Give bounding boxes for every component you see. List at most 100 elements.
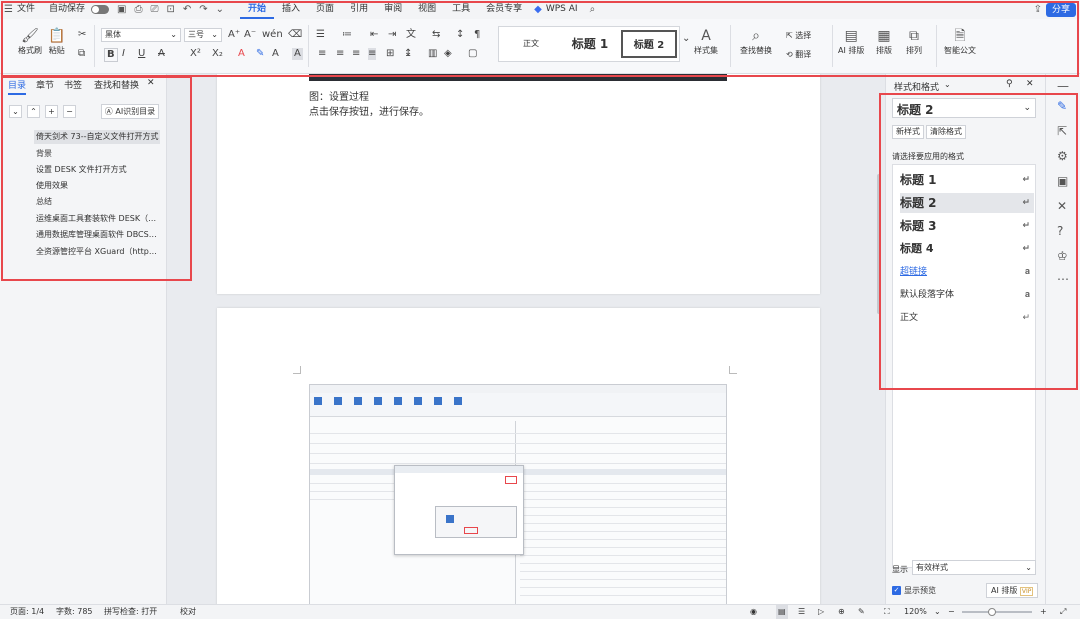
style-list-item[interactable]: 标题 2 ↵ [900,193,1034,213]
style-set-button[interactable]: A 样式集 [694,27,718,56]
increase-indent-icon[interactable]: ⇥ [388,29,396,41]
decrease-indent-icon[interactable]: ⇤ [370,29,378,41]
zoom-slider-handle[interactable] [988,608,996,616]
web-view-icon[interactable]: ⊕ [838,605,845,619]
smart-doc-button[interactable]: 🗎 智能公文 [944,27,976,56]
tab-wps-ai[interactable]: WPS AI [546,0,586,19]
page-view-icon[interactable]: ▤ [776,605,788,619]
outline-view-icon[interactable]: ☰ [798,605,805,619]
tab-tools[interactable]: 工具 [444,0,478,19]
toc-item[interactable]: 全资源管控平台 XGuard（https:… [34,245,160,259]
word-count[interactable]: 字数: 785 [56,605,93,619]
menu-icon[interactable]: ☰ [0,0,17,19]
ai-toc-button[interactable]: Ⓐ AI识别目录 [101,104,159,119]
toc-item[interactable]: 倚天剑术 73--自定义文件打开方式 [34,130,160,144]
bullet-list-icon[interactable]: ☰ [316,29,325,41]
clear-format-button[interactable]: 清除格式 [926,125,966,139]
preview-checkbox[interactable]: ✓ [892,586,901,595]
print-icon[interactable]: ⎚ [146,0,162,19]
eye-icon[interactable]: ◉ [750,605,757,619]
help-icon[interactable]: ? [1057,224,1063,238]
pin-icon[interactable]: ⚲ [1006,79,1013,89]
cursor-icon[interactable]: ⇱ [1057,124,1067,138]
font-name-select[interactable]: 黑体 ⌄ [101,28,181,42]
select-button[interactable]: ⇱ 选择 [786,30,811,41]
align-right-icon[interactable]: ≡ [352,48,360,60]
search-icon[interactable]: ⌕ [586,0,600,19]
column-icon[interactable]: ▥ [428,48,437,60]
style-normal[interactable]: 正文 [503,30,559,58]
ai-layout-panel-button[interactable]: AI 排版 VIP [986,583,1039,598]
tab-review[interactable]: 审阅 [376,0,410,19]
close-icon[interactable]: ✕ [147,78,155,88]
shrink-font-icon[interactable]: A⁻ [244,29,256,41]
ai-layout-button[interactable]: ▤ AI 排版 [838,27,864,56]
file-menu[interactable]: 文件 [17,0,43,19]
adjust-icon[interactable]: ⚙ [1057,149,1068,163]
style-list-item[interactable]: 标题 3 ↵ [900,216,1034,236]
show-marks-icon[interactable]: ¶ [474,29,480,41]
justify-icon[interactable]: ≡ [368,48,377,60]
style-list-item[interactable]: 超链接 𝐚 [900,262,1034,282]
tab-reference[interactable]: 引用 [342,0,376,19]
font-size-select[interactable]: 三号 ⌄ [184,28,222,42]
align-center-icon[interactable]: ≡ [336,48,344,60]
cut-icon[interactable]: ✂ [78,29,86,41]
document-page[interactable]: 图：设置过程 点击保存按钮，进行保存。 [217,74,820,294]
tab-view[interactable]: 视图 [410,0,444,19]
toc-item[interactable]: 背景 [34,147,160,161]
line-spacing-icon[interactable]: ↨ [404,48,412,60]
chevron-down-icon[interactable]: ⌄ [934,605,941,619]
style-list-item[interactable]: 默认段落字体 𝐚 [900,285,1034,305]
remove-icon[interactable]: − [63,105,76,118]
proofread-button[interactable]: 校对 [180,605,196,619]
style-heading2[interactable]: 标题 2 [621,30,677,58]
tab-toc[interactable]: 目录 [8,78,27,95]
spell-check-status[interactable]: 拼写检查: 打开 [104,605,157,619]
grow-font-icon[interactable]: A⁺ [228,29,240,41]
toc-item[interactable]: 设置 DESK 文件打开方式 [34,163,160,177]
vertical-scrollbar[interactable] [877,174,881,314]
fit-icon[interactable]: ⛶ [884,605,890,619]
add-icon[interactable]: + [45,105,58,118]
underline-icon[interactable]: U [138,48,145,60]
style-list-item[interactable]: 标题 4 ↵ [900,239,1034,259]
zoom-slider[interactable] [962,608,1032,616]
italic-icon[interactable]: I [122,48,125,60]
find-replace-button[interactable]: ⌕ 查找替换 [740,27,772,56]
page-indicator[interactable]: 页面: 1/4 [10,605,44,619]
zoom-level[interactable]: 120% [904,605,927,619]
tab-find-replace[interactable]: 查找和替换 [94,78,139,91]
chevron-down-icon[interactable]: ⌄ [212,0,228,19]
collapse-icon[interactable]: ⌄ [9,105,22,118]
image-icon[interactable]: ▣ [1057,174,1068,188]
numbered-list-icon[interactable]: ≔ [342,29,352,41]
toc-item[interactable]: 通用数据库管理桌面软件 DBCS… [34,228,160,242]
more-icon[interactable]: ⋯ [1057,272,1069,286]
eraser-icon[interactable]: ⌫ [288,29,302,41]
superscript-icon[interactable]: X² [190,48,201,60]
pen-icon[interactable]: ✎ [1057,99,1067,113]
tab-sections[interactable]: 章节 [36,78,54,91]
close-icon[interactable]: ✕ [1026,79,1034,89]
pen-icon[interactable]: ✎ [858,605,865,619]
tab-page[interactable]: 页面 [308,0,342,19]
font-color-icon[interactable]: A [238,48,245,60]
subscript-icon[interactable]: X₂ [212,48,223,60]
document-canvas[interactable]: 图：设置过程 点击保存按钮，进行保存。 [167,74,885,604]
tools-icon[interactable]: ✕ [1057,199,1067,213]
tab-member[interactable]: 会员专享 [478,0,530,19]
preview-icon[interactable]: ⊡ [162,0,178,19]
text-effect-icon[interactable]: A [272,48,279,60]
chinese-layout-icon[interactable]: 文 [406,29,416,41]
tab-insert[interactable]: 插入 [274,0,308,19]
border-icon[interactable]: ▢ [468,48,477,60]
paste-button[interactable]: 📋 粘贴 [48,27,65,56]
share-button[interactable]: 分享 [1045,2,1076,17]
layout-button[interactable]: ▦ 排版 [876,27,892,56]
show-filter-select[interactable]: 有效样式 ⌄ [912,560,1036,575]
zoom-out-icon[interactable]: − [948,605,955,619]
sort-icon[interactable]: ↕ [456,29,464,41]
distributed-icon[interactable]: ⊞ [386,48,394,60]
expand-icon[interactable]: ⌃ [27,105,40,118]
